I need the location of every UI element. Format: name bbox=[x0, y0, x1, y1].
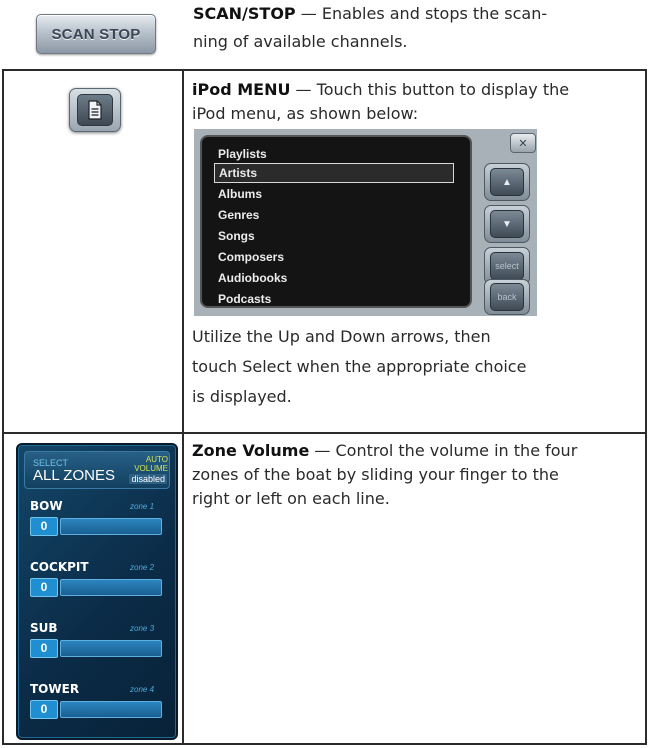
zone-volume-dash: — bbox=[309, 441, 336, 460]
zone-volume-image-cell: SELECT ALL ZONES AUTO VOLUME disabled BO… bbox=[4, 434, 182, 743]
zone-slider-tower[interactable] bbox=[60, 701, 162, 718]
menu-item-audiobooks[interactable]: Audiobooks bbox=[214, 268, 454, 288]
zone-slider-cockpit[interactable] bbox=[60, 579, 162, 596]
zone-volume-line1: Control the volume in the four bbox=[335, 441, 578, 460]
zone-slider-bow[interactable] bbox=[60, 518, 162, 535]
close-icon[interactable]: ✕ bbox=[510, 133, 536, 153]
zone-name-bow: BOW bbox=[30, 499, 63, 513]
ipod-instructions-line1: Utilize the Up and Down arrows, then bbox=[192, 327, 491, 346]
features-table: iPod MENU — Touch this button to display… bbox=[2, 69, 647, 745]
menu-item-artists[interactable]: Artists bbox=[214, 163, 454, 183]
zone-volume-panel: SELECT ALL ZONES AUTO VOLUME disabled BO… bbox=[16, 443, 178, 740]
zone-tag-3: zone 3 bbox=[130, 624, 155, 633]
scan-stop-text-line2: ning of available channels. bbox=[193, 32, 408, 51]
scan-stop-description: SCAN/STOP — Enables and stops the scan- … bbox=[193, 0, 643, 56]
auto-volume-status: disabled bbox=[129, 474, 167, 484]
ipod-menu-instructions: Utilize the Up and Down arrows, then tou… bbox=[192, 322, 642, 412]
close-glyph: ✕ bbox=[518, 136, 528, 150]
zone-value-cockpit: 0 bbox=[30, 578, 58, 597]
ipod-instructions-line3: is displayed. bbox=[192, 387, 292, 406]
zone-tag-2: zone 2 bbox=[130, 563, 155, 572]
ipod-menu-intro-line2: iPod menu, as shown below: bbox=[192, 104, 419, 123]
all-zones-label: ALL ZONES bbox=[33, 467, 115, 484]
down-arrow-button[interactable]: ▼ bbox=[484, 205, 530, 243]
scan-stop-button-cell: SCAN STOP bbox=[0, 0, 182, 66]
scan-stop-row: SCAN STOP SCAN/STOP — Enables and stops … bbox=[0, 0, 649, 66]
zone-volume-line3: right or left on each line. bbox=[192, 489, 390, 508]
zone-tag-1: zone 1 bbox=[130, 502, 155, 511]
zone-value-bow: 0 bbox=[30, 517, 58, 536]
zone-value-tower: 0 bbox=[30, 700, 58, 719]
ipod-menu-dash: — bbox=[290, 80, 317, 99]
down-arrow-icon: ▼ bbox=[490, 210, 524, 238]
auto-volume-label: AUTO VOLUME bbox=[130, 455, 168, 473]
zone-volume-title: Zone Volume bbox=[192, 441, 310, 460]
scan-stop-button-label: SCAN STOP bbox=[51, 25, 141, 43]
zone-value-sub: 0 bbox=[30, 639, 58, 658]
scan-stop-button[interactable]: SCAN STOP bbox=[36, 14, 156, 54]
menu-item-podcasts[interactable]: Podcasts bbox=[214, 289, 454, 309]
menu-item-genres[interactable]: Genres bbox=[214, 205, 454, 225]
menu-item-albums[interactable]: Albums bbox=[214, 184, 454, 204]
zone-name-cockpit: COCKPIT bbox=[30, 560, 89, 574]
scan-stop-text-line1: Enables and stops the scan- bbox=[321, 4, 548, 23]
ipod-menu-description: iPod MENU — Touch this button to display… bbox=[192, 78, 642, 126]
up-arrow-button[interactable]: ▲ bbox=[484, 163, 530, 201]
ipod-menu-list: Playlists Artists Albums Genres Songs Co… bbox=[200, 135, 472, 308]
zone-volume-description: Zone Volume — Control the volume in the … bbox=[192, 439, 644, 511]
zone-name-sub: SUB bbox=[30, 621, 58, 635]
ipod-instructions-line2: touch Select when the appropriate choice bbox=[192, 357, 527, 376]
ipod-menu-title: iPod MENU bbox=[192, 80, 291, 99]
up-arrow-icon: ▲ bbox=[490, 168, 524, 196]
volume-label: VOLUME bbox=[134, 464, 168, 473]
ipod-menu-screenshot: Playlists Artists Albums Genres Songs Co… bbox=[194, 129, 537, 316]
manual-page: SCAN STOP SCAN/STOP — Enables and stops … bbox=[0, 0, 649, 748]
zone-name-tower: TOWER bbox=[30, 682, 80, 696]
back-button[interactable]: back bbox=[484, 279, 530, 315]
menu-item-composers[interactable]: Composers bbox=[214, 247, 454, 267]
scan-stop-dash: — bbox=[295, 4, 322, 23]
scan-stop-title: SCAN/STOP bbox=[193, 4, 296, 23]
select-all-zones-button[interactable]: SELECT ALL ZONES AUTO VOLUME disabled bbox=[24, 451, 170, 489]
zone-slider-sub[interactable] bbox=[60, 640, 162, 657]
auto-label: AUTO bbox=[145, 455, 168, 464]
document-icon bbox=[77, 94, 113, 126]
select-button-label: select bbox=[490, 252, 524, 280]
back-button-label: back bbox=[490, 283, 524, 311]
zone-tag-4: zone 4 bbox=[130, 685, 155, 694]
menu-item-songs[interactable]: Songs bbox=[214, 226, 454, 246]
menu-item-playlists[interactable]: Playlists bbox=[214, 144, 454, 164]
column-divider bbox=[182, 71, 184, 743]
zone-volume-line2: zones of the boat by sliding your finger… bbox=[192, 465, 559, 484]
ipod-menu-button[interactable] bbox=[69, 88, 121, 132]
ipod-menu-intro-line1: Touch this button to display the bbox=[316, 80, 570, 99]
